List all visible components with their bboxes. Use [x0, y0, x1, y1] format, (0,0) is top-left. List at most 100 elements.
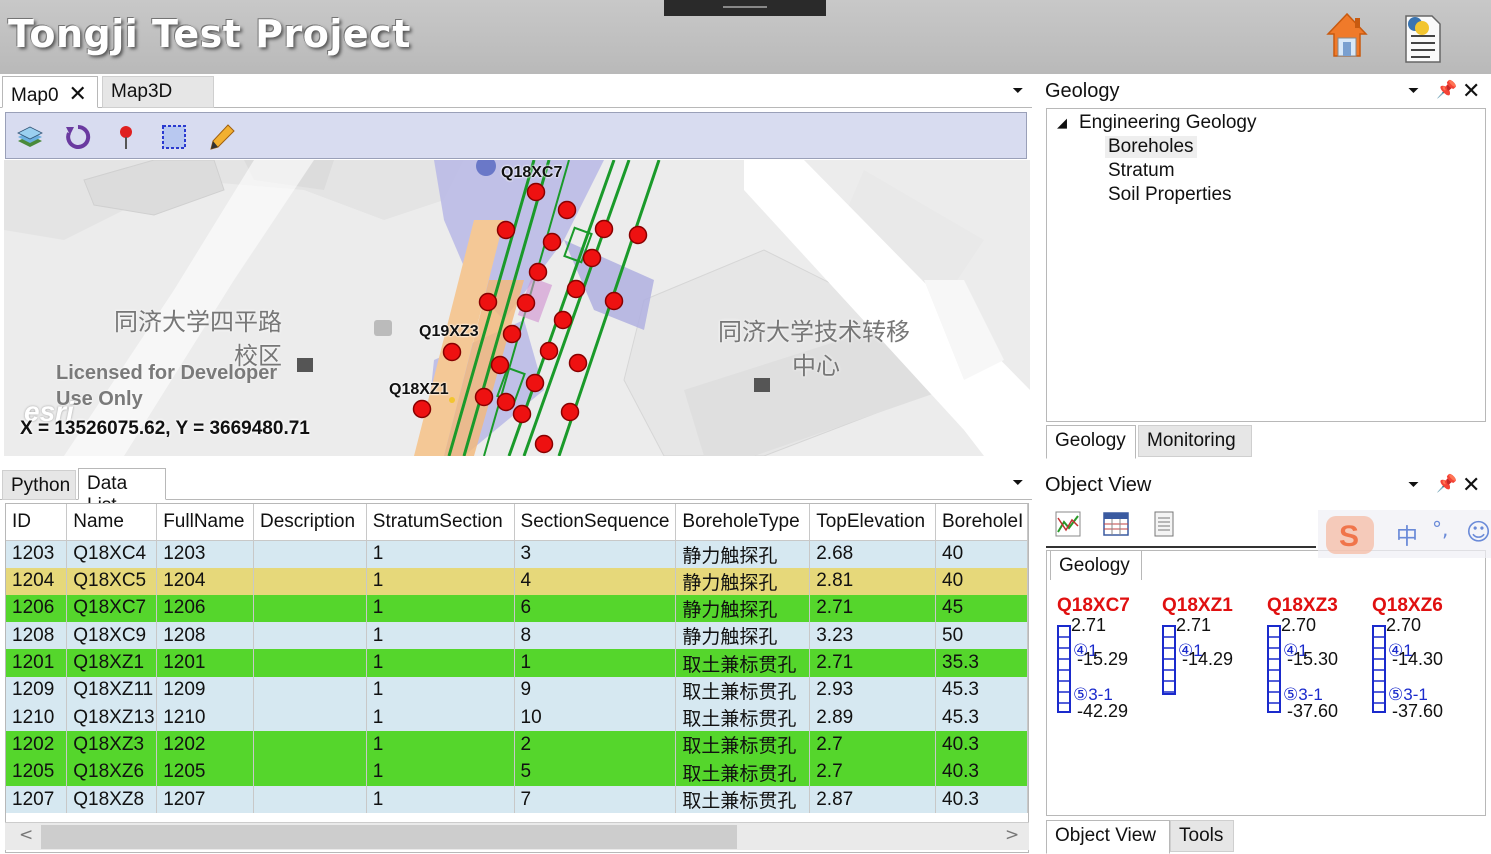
table-cell[interactable]: 2.71	[809, 649, 936, 677]
select-rect-icon[interactable]	[160, 123, 188, 151]
borehole-name[interactable]: Q18XZ3	[1267, 595, 1338, 617]
table-cell[interactable]: 6	[514, 594, 677, 623]
table-cell[interactable]: 取土兼标贯孔	[675, 676, 811, 704]
tab-object-view[interactable]: Object View	[1046, 820, 1170, 854]
table-cell[interactable]: 45.3	[935, 703, 1028, 732]
ime-emoji-icon[interactable]: ☺	[1466, 518, 1491, 546]
table-cell[interactable]: 1204	[6, 567, 68, 595]
pencil-icon[interactable]	[208, 123, 236, 151]
tab-monitoring[interactable]: Monitoring	[1138, 425, 1252, 457]
tree-item-stratum[interactable]: Stratum	[1108, 160, 1175, 182]
table-cell[interactable]: 1	[366, 731, 515, 759]
table-cell[interactable]: 1	[366, 622, 515, 650]
table-cell[interactable]: 1210	[156, 703, 255, 732]
pane-menu-icon[interactable]: ⏷	[1408, 82, 1419, 99]
chart-icon[interactable]	[1054, 510, 1082, 538]
table-row[interactable]: 1207 Q18XZ8 1207 1 7 取土兼标贯孔 2.87 40.3	[6, 785, 1028, 814]
sogou-ime-icon[interactable]: S	[1324, 514, 1376, 556]
table-cell[interactable]: 1	[366, 649, 515, 677]
table-cell[interactable]	[253, 540, 367, 568]
close-icon[interactable]: ✕	[1462, 78, 1480, 104]
tab-geology[interactable]: Geology	[1046, 425, 1136, 459]
table-cell[interactable]: 1	[366, 540, 515, 568]
table-cell[interactable]: 取土兼标贯孔	[675, 703, 811, 732]
table-cell[interactable]: 1209	[156, 676, 255, 704]
table-cell[interactable]: 1206	[156, 594, 255, 623]
table-cell[interactable]: 1	[366, 594, 515, 623]
table-icon[interactable]	[1102, 510, 1130, 538]
table-cell[interactable]: 1208	[156, 622, 255, 650]
tree-item-boreholes[interactable]: Boreholes	[1105, 136, 1197, 158]
table-cell[interactable]: 2.7	[809, 758, 936, 786]
table-cell[interactable]	[253, 731, 367, 759]
close-icon[interactable]: ✕	[69, 81, 87, 106]
table-cell[interactable]: 8	[514, 622, 677, 650]
table-row[interactable]: 1203 Q18XC4 1203 1 3 静力触探孔 2.68 40	[6, 540, 1028, 568]
table-cell[interactable]: 取土兼标贯孔	[675, 649, 811, 677]
column-header[interactable]: ID	[6, 504, 68, 541]
table-cell[interactable]: 1202	[6, 731, 68, 759]
table-cell[interactable]: Q18XZ11	[66, 676, 158, 704]
scroll-right-icon[interactable]: >	[1005, 825, 1019, 845]
table-row[interactable]: 1201 Q18XZ1 1201 1 1 取土兼标贯孔 2.71 35.3	[6, 649, 1028, 677]
table-cell[interactable]: 1	[366, 758, 515, 786]
window-grip[interactable]	[664, 0, 826, 16]
scrollbar-thumb[interactable]	[41, 825, 737, 849]
table-cell[interactable]: 35.3	[935, 649, 1028, 677]
table-cell[interactable]: 1207	[156, 785, 255, 814]
tree-expand-icon[interactable]: ◢	[1057, 115, 1067, 131]
horizontal-scrollbar[interactable]: < >	[5, 822, 1029, 850]
ime-chinese-mode[interactable]: 中	[1396, 519, 1418, 551]
table-cell[interactable]: 1204	[156, 567, 255, 595]
table-cell[interactable]: 取土兼标贯孔	[675, 731, 811, 759]
table-cell[interactable]: 3	[514, 540, 677, 568]
table-cell[interactable]: 1	[514, 649, 677, 677]
table-cell[interactable]: 1206	[6, 594, 68, 623]
table-cell[interactable]: Q18XC7	[66, 594, 158, 623]
table-cell[interactable]: 1208	[6, 622, 68, 650]
table-cell[interactable]: 2.93	[809, 676, 936, 704]
column-header[interactable]: TopElevation	[809, 504, 936, 541]
close-icon[interactable]: ✕	[1462, 472, 1480, 498]
table-cell[interactable]	[253, 758, 367, 786]
tab-map0[interactable]: Map0 ✕	[2, 76, 98, 108]
table-row[interactable]: 1208 Q18XC9 1208 1 8 静力触探孔 3.23 50	[6, 622, 1028, 650]
scroll-left-icon[interactable]: <	[19, 825, 33, 845]
table-cell[interactable]: 45	[935, 594, 1028, 623]
table-cell[interactable]: Q18XC4	[66, 540, 158, 568]
table-cell[interactable]	[253, 594, 367, 623]
table-cell[interactable]: 40.3	[935, 758, 1028, 786]
table-cell[interactable]: Q18XZ1	[66, 649, 158, 677]
column-header[interactable]: StratumSection	[366, 504, 515, 541]
table-cell[interactable]: Q18XZ3	[66, 731, 158, 759]
tree-item-soil-properties[interactable]: Soil Properties	[1108, 184, 1232, 206]
table-cell[interactable]: 1207	[6, 785, 68, 814]
table-cell[interactable]: 2.68	[809, 540, 936, 568]
pin-pane-icon[interactable]: 📌	[1436, 474, 1457, 494]
document-icon[interactable]	[1150, 510, 1178, 538]
borehole-name[interactable]: Q18XZ1	[1162, 595, 1233, 617]
table-cell[interactable]: 1210	[6, 703, 68, 732]
table-cell[interactable]: 45.3	[935, 676, 1028, 704]
tab-map3d[interactable]: Map3D	[102, 76, 214, 108]
table-cell[interactable]: Q18XC9	[66, 622, 158, 650]
pin-pane-icon[interactable]: 📌	[1436, 80, 1457, 100]
table-cell[interactable]: 取土兼标贯孔	[675, 785, 811, 814]
python-script-icon[interactable]	[1400, 12, 1444, 64]
column-header[interactable]: SectionSequence	[514, 504, 677, 541]
pane-menu-icon[interactable]: ⏷	[1408, 476, 1419, 493]
table-cell[interactable]: 取土兼标贯孔	[675, 758, 811, 786]
tab-data-list[interactable]: Data List	[78, 468, 166, 516]
table-cell[interactable]: 1	[366, 676, 515, 704]
table-cell[interactable]: 1202	[156, 731, 255, 759]
table-cell[interactable]: 2	[514, 731, 677, 759]
table-cell[interactable]: 7	[514, 785, 677, 814]
table-row[interactable]: 1206 Q18XC7 1206 1 6 静力触探孔 2.71 45	[6, 594, 1028, 623]
column-header[interactable]: Name	[66, 504, 158, 541]
table-cell[interactable]: Q18XZ8	[66, 785, 158, 814]
table-cell[interactable]: 50	[935, 622, 1028, 650]
table-cell[interactable]	[253, 622, 367, 650]
table-row[interactable]: 1209 Q18XZ11 1209 1 9 取土兼标贯孔 2.93 45.3	[6, 676, 1028, 704]
ime-toolbar[interactable]: S 中 °, ☺	[1318, 510, 1491, 558]
table-cell[interactable]	[253, 785, 367, 814]
